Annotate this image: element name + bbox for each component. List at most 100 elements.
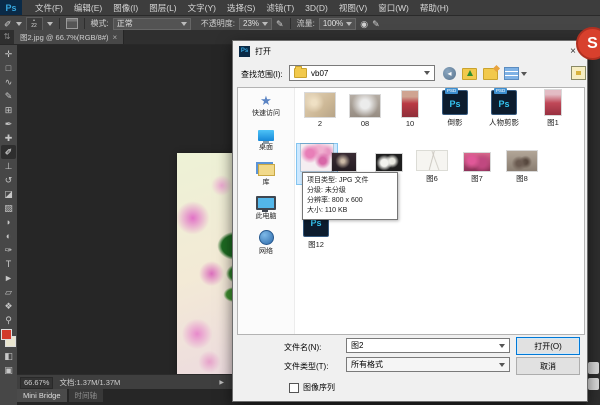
new-folder-icon[interactable] <box>483 68 498 80</box>
place-network[interactable]: 网络 <box>238 229 294 256</box>
toggle-brush-panel-icon[interactable] <box>66 18 78 29</box>
brush-tool[interactable]: ✐ <box>1 145 16 159</box>
back-icon[interactable]: ◂ <box>443 67 456 80</box>
crop-tool[interactable]: ⊞ <box>1 103 16 117</box>
zoom-level-field[interactable]: 66.67% <box>20 377 53 389</box>
file-thumbnail <box>350 95 380 117</box>
screen-mode-button[interactable]: ▣ <box>1 363 16 377</box>
tooltip-line: 项目类型: JPG 文件 <box>307 176 393 186</box>
up-one-level-icon[interactable] <box>462 68 477 80</box>
flow-label: 流量: <box>297 18 315 29</box>
healing-brush-tool[interactable]: ✚ <box>1 131 16 145</box>
document-tab[interactable]: 图2.jpg @ 66.7%(RGB/8#) × <box>14 30 124 44</box>
look-in-dropdown[interactable]: vb07 <box>289 65 435 81</box>
clone-stamp-tool[interactable]: ⊥ <box>1 159 16 173</box>
panel-icon[interactable] <box>588 378 599 390</box>
opacity-pressure-icon[interactable]: ✎ <box>276 19 284 29</box>
quick-mask-button[interactable]: ◧ <box>1 349 16 363</box>
file-label: 倒影 <box>448 117 463 128</box>
file-item[interactable]: 08 <box>343 90 387 128</box>
menu-select[interactable]: 选择(S) <box>225 2 257 14</box>
move-tool[interactable]: ✛ <box>1 47 16 61</box>
file-item[interactable]: PSD Ps 倒影 <box>433 90 477 128</box>
brush-size-preview[interactable]: • 22 <box>26 17 43 31</box>
file-item[interactable]: 2 <box>298 90 342 128</box>
divider <box>59 18 60 29</box>
file-name-dropdown[interactable]: 图2 <box>346 338 510 353</box>
color-swatches[interactable] <box>1 329 16 347</box>
eraser-tool[interactable]: ◪ <box>1 187 16 201</box>
dialog-corner-icon[interactable] <box>571 66 586 80</box>
flow-dropdown[interactable]: 100% <box>319 18 356 30</box>
image-sequence-option[interactable]: 图像序列 <box>289 382 335 393</box>
opacity-dropdown[interactable]: 23% <box>239 18 272 30</box>
image-sequence-checkbox[interactable] <box>289 383 299 393</box>
menu-view[interactable]: 视图(V) <box>337 2 369 14</box>
file-item[interactable]: 10 <box>388 90 432 128</box>
airbrush-icon[interactable]: ◉ <box>360 19 368 29</box>
file-label: 10 <box>406 119 414 128</box>
document-tab-close-icon[interactable]: × <box>112 33 117 42</box>
canvas-area <box>17 45 232 374</box>
brush-preset-icon[interactable]: ✐ <box>4 19 12 29</box>
panel-icon[interactable] <box>588 362 599 374</box>
flow-value: 100% <box>323 19 343 28</box>
menu-window[interactable]: 窗口(W) <box>376 2 411 14</box>
blur-tool[interactable]: ◗ <box>1 215 16 229</box>
file-item[interactable]: 图1 <box>531 90 575 128</box>
brush-picker-caret-icon[interactable] <box>47 22 53 26</box>
menu-edit[interactable]: 编辑(E) <box>72 2 104 14</box>
file-item[interactable]: 图7 <box>457 146 497 184</box>
menu-layer[interactable]: 图层(L) <box>147 2 178 14</box>
zoom-tool[interactable]: ⚲ <box>1 313 16 327</box>
file-label: 图12 <box>308 239 324 250</box>
pen-tool[interactable]: ✑ <box>1 243 16 257</box>
lasso-tool[interactable]: ∿ <box>1 75 16 89</box>
path-selection-tool[interactable]: ► <box>1 271 16 285</box>
gradient-tool[interactable]: ▨ <box>1 201 16 215</box>
tab-mini-bridge[interactable]: Mini Bridge <box>17 389 67 402</box>
place-this-pc[interactable]: 此电脑 <box>238 194 294 221</box>
dodge-tool[interactable]: ◐ <box>1 229 16 243</box>
divider <box>290 18 291 29</box>
view-menu-button[interactable] <box>504 67 527 80</box>
status-bar: 66.67% 文档:1.37M/1.37M ▶ <box>17 374 232 390</box>
psd-glyph: Ps <box>492 99 516 109</box>
foreground-color-swatch[interactable] <box>1 329 12 340</box>
place-libraries[interactable]: 库 <box>238 160 294 187</box>
menu-image[interactable]: 图像(I) <box>111 2 140 14</box>
status-options-arrow-icon[interactable]: ▶ <box>219 379 224 386</box>
shape-tool[interactable]: ▱ <box>1 285 16 299</box>
workspace-icon[interactable]: ⇅ <box>0 30 14 44</box>
file-item[interactable]: 图8 <box>500 146 544 184</box>
dialog-ps-icon: Ps <box>239 46 250 57</box>
size-pressure-icon[interactable]: ✎ <box>372 19 380 29</box>
type-tool[interactable]: T <box>1 257 16 271</box>
brush-preset-caret-icon[interactable] <box>16 22 22 26</box>
marquee-tool[interactable]: □ <box>1 61 16 75</box>
look-in-value: vb07 <box>311 69 420 78</box>
quick-selection-tool[interactable]: ✎ <box>1 89 16 103</box>
menu-filter[interactable]: 滤镜(T) <box>264 2 296 14</box>
place-quick-access[interactable]: ★ 快速访问 <box>238 91 294 118</box>
tab-timeline[interactable]: 时间轴 <box>69 389 104 402</box>
open-button[interactable]: 打开(O) <box>516 337 580 355</box>
menu-type[interactable]: 文字(Y) <box>186 2 218 14</box>
mode-dropdown[interactable]: 正常 <box>113 18 191 30</box>
file-item[interactable]: 图6 <box>411 146 453 184</box>
tooltip-line: 大小: 110 KB <box>307 206 393 216</box>
menu-help[interactable]: 帮助(H) <box>418 2 451 14</box>
menu-file[interactable]: 文件(F) <box>33 2 65 14</box>
file-thumbnail <box>416 150 448 171</box>
dialog-title-bar[interactable]: Ps 打开 <box>233 41 587 61</box>
eyedropper-tool[interactable]: ✒ <box>1 117 16 131</box>
file-type-dropdown[interactable]: 所有格式 <box>346 357 510 372</box>
file-item[interactable]: PSD Ps 人物剪影 <box>479 90 529 128</box>
hand-tool[interactable]: ❖ <box>1 299 16 313</box>
place-desktop[interactable]: 桌面 <box>238 125 294 152</box>
cancel-button[interactable]: 取消 <box>516 357 580 375</box>
place-label: 网络 <box>238 246 294 256</box>
places-sidebar: ★ 快速访问 桌面 库 此电脑 网络 <box>238 88 295 334</box>
history-brush-tool[interactable]: ↺ <box>1 173 16 187</box>
menu-3d[interactable]: 3D(D) <box>303 3 330 13</box>
